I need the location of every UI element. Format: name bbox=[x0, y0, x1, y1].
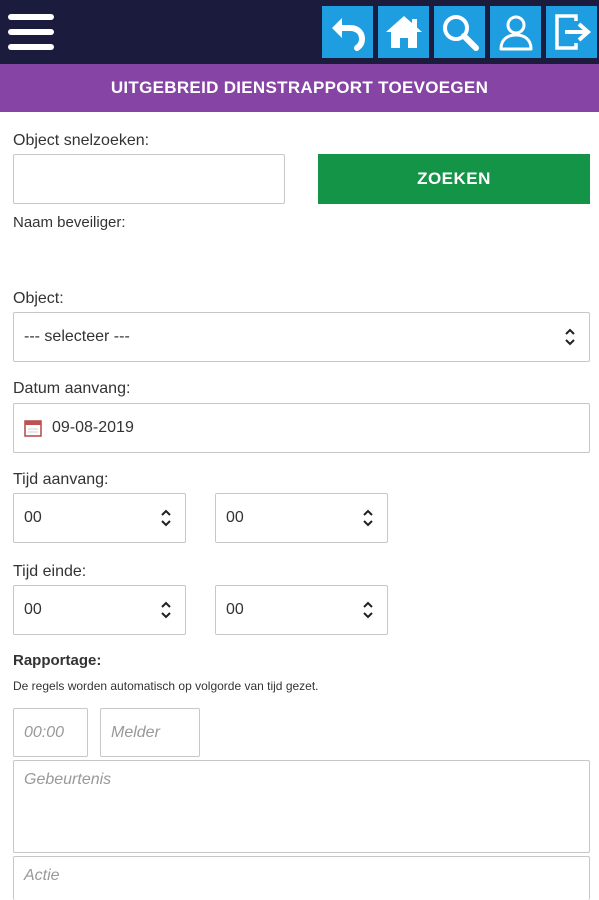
start-time-minute-value: 00 bbox=[226, 509, 244, 526]
select-arrows-icon bbox=[363, 509, 373, 527]
start-time-label: Tijd aanvang: bbox=[13, 471, 109, 488]
start-time-hour-value: 00 bbox=[24, 509, 42, 526]
select-arrows-icon bbox=[363, 601, 373, 619]
start-date-value: 09-08-2019 bbox=[52, 419, 134, 436]
end-time-label: Tijd einde: bbox=[13, 563, 87, 580]
user-button[interactable] bbox=[490, 6, 541, 58]
object-search-label: Object snelzoeken: bbox=[13, 132, 150, 149]
page-title: UITGEBREID DIENSTRAPPORT TOEVOEGEN bbox=[110, 78, 489, 97]
end-time-hour-value: 00 bbox=[24, 601, 42, 618]
logout-icon bbox=[554, 14, 591, 50]
start-date-field[interactable]: 09-08-2019 bbox=[13, 403, 590, 453]
back-button[interactable] bbox=[322, 6, 373, 58]
top-navigation-bar bbox=[0, 0, 599, 64]
object-search-input[interactable] bbox=[13, 154, 285, 204]
calendar-icon bbox=[24, 420, 42, 437]
start-time-minute-select[interactable]: 00 bbox=[215, 493, 388, 543]
home-icon bbox=[385, 16, 422, 48]
object-label: Object: bbox=[13, 290, 64, 307]
guard-name-label: Naam beveiliger: bbox=[13, 214, 126, 231]
report-reporter-input[interactable] bbox=[100, 708, 200, 757]
search-icon bbox=[442, 15, 479, 51]
select-arrows-icon bbox=[161, 601, 171, 619]
page-title-bar: UITGEBREID DIENSTRAPPORT TOEVOEGEN bbox=[0, 64, 599, 112]
search-button[interactable] bbox=[434, 6, 485, 58]
report-event-textarea[interactable] bbox=[13, 760, 590, 853]
start-date-label: Datum aanvang: bbox=[13, 380, 131, 397]
logout-button[interactable] bbox=[546, 6, 597, 58]
report-note: De regels worden automatisch op volgorde… bbox=[13, 679, 319, 693]
report-action-textarea[interactable] bbox=[13, 856, 590, 900]
search-submit-button[interactable]: ZOEKEN bbox=[318, 154, 590, 204]
end-time-minute-value: 00 bbox=[226, 601, 244, 618]
select-arrows-icon bbox=[161, 509, 171, 527]
object-select-value: --- selecteer --- bbox=[24, 328, 130, 345]
back-arrow-icon bbox=[331, 18, 365, 51]
end-time-minute-select[interactable]: 00 bbox=[215, 585, 388, 635]
end-time-hour-select[interactable]: 00 bbox=[13, 585, 186, 635]
hamburger-menu-icon[interactable] bbox=[8, 12, 54, 52]
report-time-input[interactable] bbox=[13, 708, 88, 757]
object-select[interactable]: --- selecteer --- bbox=[13, 312, 590, 362]
select-arrows-icon bbox=[565, 328, 575, 346]
report-label: Rapportage: bbox=[13, 652, 102, 669]
home-button[interactable] bbox=[378, 6, 429, 58]
user-icon bbox=[499, 15, 532, 51]
start-time-hour-select[interactable]: 00 bbox=[13, 493, 186, 543]
